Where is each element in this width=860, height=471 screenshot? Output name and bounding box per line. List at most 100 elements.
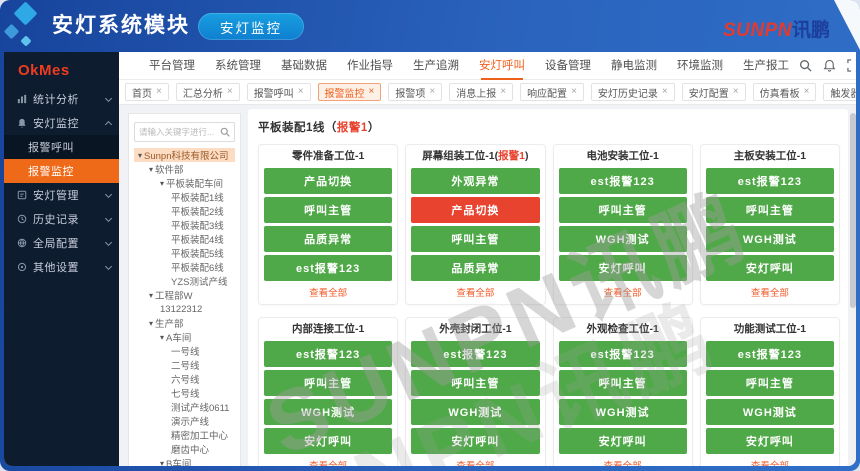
nav-item-7[interactable]: 静电监测: [611, 52, 657, 80]
andon-call-button[interactable]: 外观异常: [411, 168, 540, 194]
andon-call-button[interactable]: 呼叫主管: [558, 370, 687, 396]
sidebar-item-4[interactable]: 全局配置: [4, 231, 119, 255]
view-all-link[interactable]: 查看全部: [406, 457, 544, 466]
sidebar-item-5[interactable]: 其他设置: [4, 255, 119, 279]
nav-item-4[interactable]: 生产追溯: [413, 52, 459, 80]
andon-call-button[interactable]: 呼叫主管: [705, 197, 834, 223]
tree-node-平板装配5线[interactable]: 平板装配5线: [134, 246, 235, 260]
andon-call-button[interactable]: WGH测试: [411, 399, 540, 425]
tab-close-icon[interactable]: ×: [369, 87, 375, 97]
tab-close-icon[interactable]: ×: [571, 87, 577, 97]
nav-item-8[interactable]: 环境监测: [677, 52, 723, 80]
sidebar-subitem-报警监控[interactable]: 报警监控: [4, 159, 119, 183]
andon-call-button[interactable]: 安灯呼叫: [411, 428, 540, 454]
andon-call-button[interactable]: 呼叫主管: [705, 370, 834, 396]
scrollbar-thumb[interactable]: [850, 113, 856, 308]
andon-call-button[interactable]: 安灯呼叫: [264, 428, 393, 454]
andon-call-button[interactable]: 安灯呼叫: [705, 428, 834, 454]
tree-node-平板装配2线[interactable]: 平板装配2线: [134, 204, 235, 218]
andon-call-button[interactable]: 安灯呼叫: [558, 428, 687, 454]
tree-caret-icon[interactable]: ▾: [149, 165, 153, 174]
tree-node-演示产线[interactable]: 演示产线: [134, 414, 235, 428]
andon-call-button[interactable]: WGH测试: [558, 226, 687, 252]
tab-close-icon[interactable]: ×: [662, 87, 668, 97]
tree-node-平板装配3线[interactable]: 平板装配3线: [134, 218, 235, 232]
andon-call-button[interactable]: 呼叫主管: [264, 197, 393, 223]
tree-node-A车间[interactable]: ▾ A车间: [134, 330, 235, 345]
andon-call-button[interactable]: 呼叫主管: [411, 226, 540, 252]
tab-close-icon[interactable]: ×: [227, 87, 233, 97]
tree-node-软件部[interactable]: ▾ 软件部: [134, 162, 235, 177]
tree-node-一号线[interactable]: 一号线: [134, 344, 235, 358]
vertical-scrollbar[interactable]: [850, 105, 856, 466]
andon-call-button[interactable]: 安灯呼叫: [558, 255, 687, 281]
fullscreen-icon[interactable]: [847, 59, 856, 72]
tab-close-icon[interactable]: ×: [500, 87, 506, 97]
tree-search-input[interactable]: 请输入关键字进行...: [134, 122, 235, 142]
tab-安灯配置[interactable]: 安灯配置 ×: [681, 83, 746, 101]
andon-call-button[interactable]: 呼叫主管: [411, 370, 540, 396]
view-all-link[interactable]: 查看全部: [701, 284, 839, 304]
sidebar-subitem-报警呼叫[interactable]: 报警呼叫: [4, 135, 119, 159]
andon-call-button[interactable]: 呼叫主管: [558, 197, 687, 223]
view-all-link[interactable]: 查看全部: [259, 284, 397, 304]
nav-item-0[interactable]: 平台管理: [149, 52, 195, 80]
tab-close-icon[interactable]: ×: [298, 87, 304, 97]
tab-close-icon[interactable]: ×: [733, 87, 739, 97]
tree-node-平板装配4线[interactable]: 平板装配4线: [134, 232, 235, 246]
tree-node-YZS测试产线[interactable]: YZS测试产线: [134, 274, 235, 288]
tree-node-六号线[interactable]: 六号线: [134, 372, 235, 386]
tree-node-平板装配6线[interactable]: 平板装配6线: [134, 260, 235, 274]
andon-call-button[interactable]: est报警123: [705, 341, 834, 367]
tree-node-工程部W[interactable]: ▾ 工程部W: [134, 288, 235, 303]
tree-node-B车间[interactable]: ▾ B车间: [134, 456, 235, 467]
tab-安灯历史记录[interactable]: 安灯历史记录 ×: [590, 83, 675, 101]
tree-node-测试产线0611[interactable]: 测试产线0611: [134, 400, 235, 414]
view-all-link[interactable]: 查看全部: [406, 284, 544, 304]
andon-call-button[interactable]: 产品切换: [264, 168, 393, 194]
view-all-link[interactable]: 查看全部: [259, 457, 397, 466]
nav-item-5[interactable]: 安灯呼叫: [479, 52, 525, 80]
andon-call-button[interactable]: est报警123: [558, 168, 687, 194]
tab-close-icon[interactable]: ×: [156, 87, 162, 97]
tree-node-Sunpn科技有限公司[interactable]: ▾ Sunpn科技有限公司: [134, 148, 235, 162]
tree-caret-icon[interactable]: ▾: [160, 333, 164, 342]
andon-call-button[interactable]: est报警123: [411, 341, 540, 367]
alarm-active-button[interactable]: 产品切换: [411, 197, 540, 223]
tab-响应配置[interactable]: 响应配置 ×: [520, 83, 584, 101]
nav-item-2[interactable]: 基础数据: [281, 52, 327, 80]
tree-node-平板装配车间[interactable]: ▾ 平板装配车间: [134, 176, 235, 191]
view-all-link[interactable]: 查看全部: [701, 457, 839, 466]
sidebar-item-2[interactable]: 安灯管理: [4, 183, 119, 207]
andon-call-button[interactable]: WGH测试: [705, 226, 834, 252]
tab-close-icon[interactable]: ×: [429, 87, 435, 97]
tree-caret-icon[interactable]: ▾: [160, 179, 164, 188]
tab-汇总分析[interactable]: 汇总分析 ×: [175, 83, 240, 101]
sidebar-item-1[interactable]: 安灯监控: [4, 111, 119, 135]
sidebar-item-0[interactable]: 统计分析: [4, 87, 119, 111]
view-all-link[interactable]: 查看全部: [554, 284, 692, 304]
tab-触发器配置[interactable]: 触发器配置×: [823, 83, 856, 101]
andon-call-button[interactable]: WGH测试: [558, 399, 687, 425]
andon-call-button[interactable]: est报警123: [558, 341, 687, 367]
tab-报警监控[interactable]: 报警监控 ×: [317, 83, 382, 101]
andon-monitor-pill-button[interactable]: 安灯监控: [198, 13, 304, 40]
view-all-link[interactable]: 查看全部: [554, 457, 692, 466]
tree-node-13122312[interactable]: 13122312: [134, 302, 235, 316]
andon-call-button[interactable]: est报警123: [705, 168, 834, 194]
search-icon[interactable]: [799, 59, 812, 72]
tree-caret-icon[interactable]: ▾: [138, 151, 142, 160]
sidebar-item-3[interactable]: 历史记录: [4, 207, 119, 231]
andon-call-button[interactable]: 安灯呼叫: [705, 255, 834, 281]
nav-item-3[interactable]: 作业指导: [347, 52, 393, 80]
tree-node-平板装配1线[interactable]: 平板装配1线: [134, 190, 235, 204]
tab-消息上报[interactable]: 消息上报 ×: [449, 83, 514, 101]
tree-caret-icon[interactable]: ▾: [160, 459, 164, 467]
tab-close-icon[interactable]: ×: [804, 87, 810, 97]
tab-报警项[interactable]: 报警项 ×: [388, 83, 443, 101]
andon-call-button[interactable]: WGH测试: [705, 399, 834, 425]
andon-call-button[interactable]: 品质异常: [411, 255, 540, 281]
andon-call-button[interactable]: est报警123: [264, 341, 393, 367]
tree-node-磨齿中心[interactable]: 磨齿中心: [134, 442, 235, 456]
andon-call-button[interactable]: 呼叫主管: [264, 370, 393, 396]
